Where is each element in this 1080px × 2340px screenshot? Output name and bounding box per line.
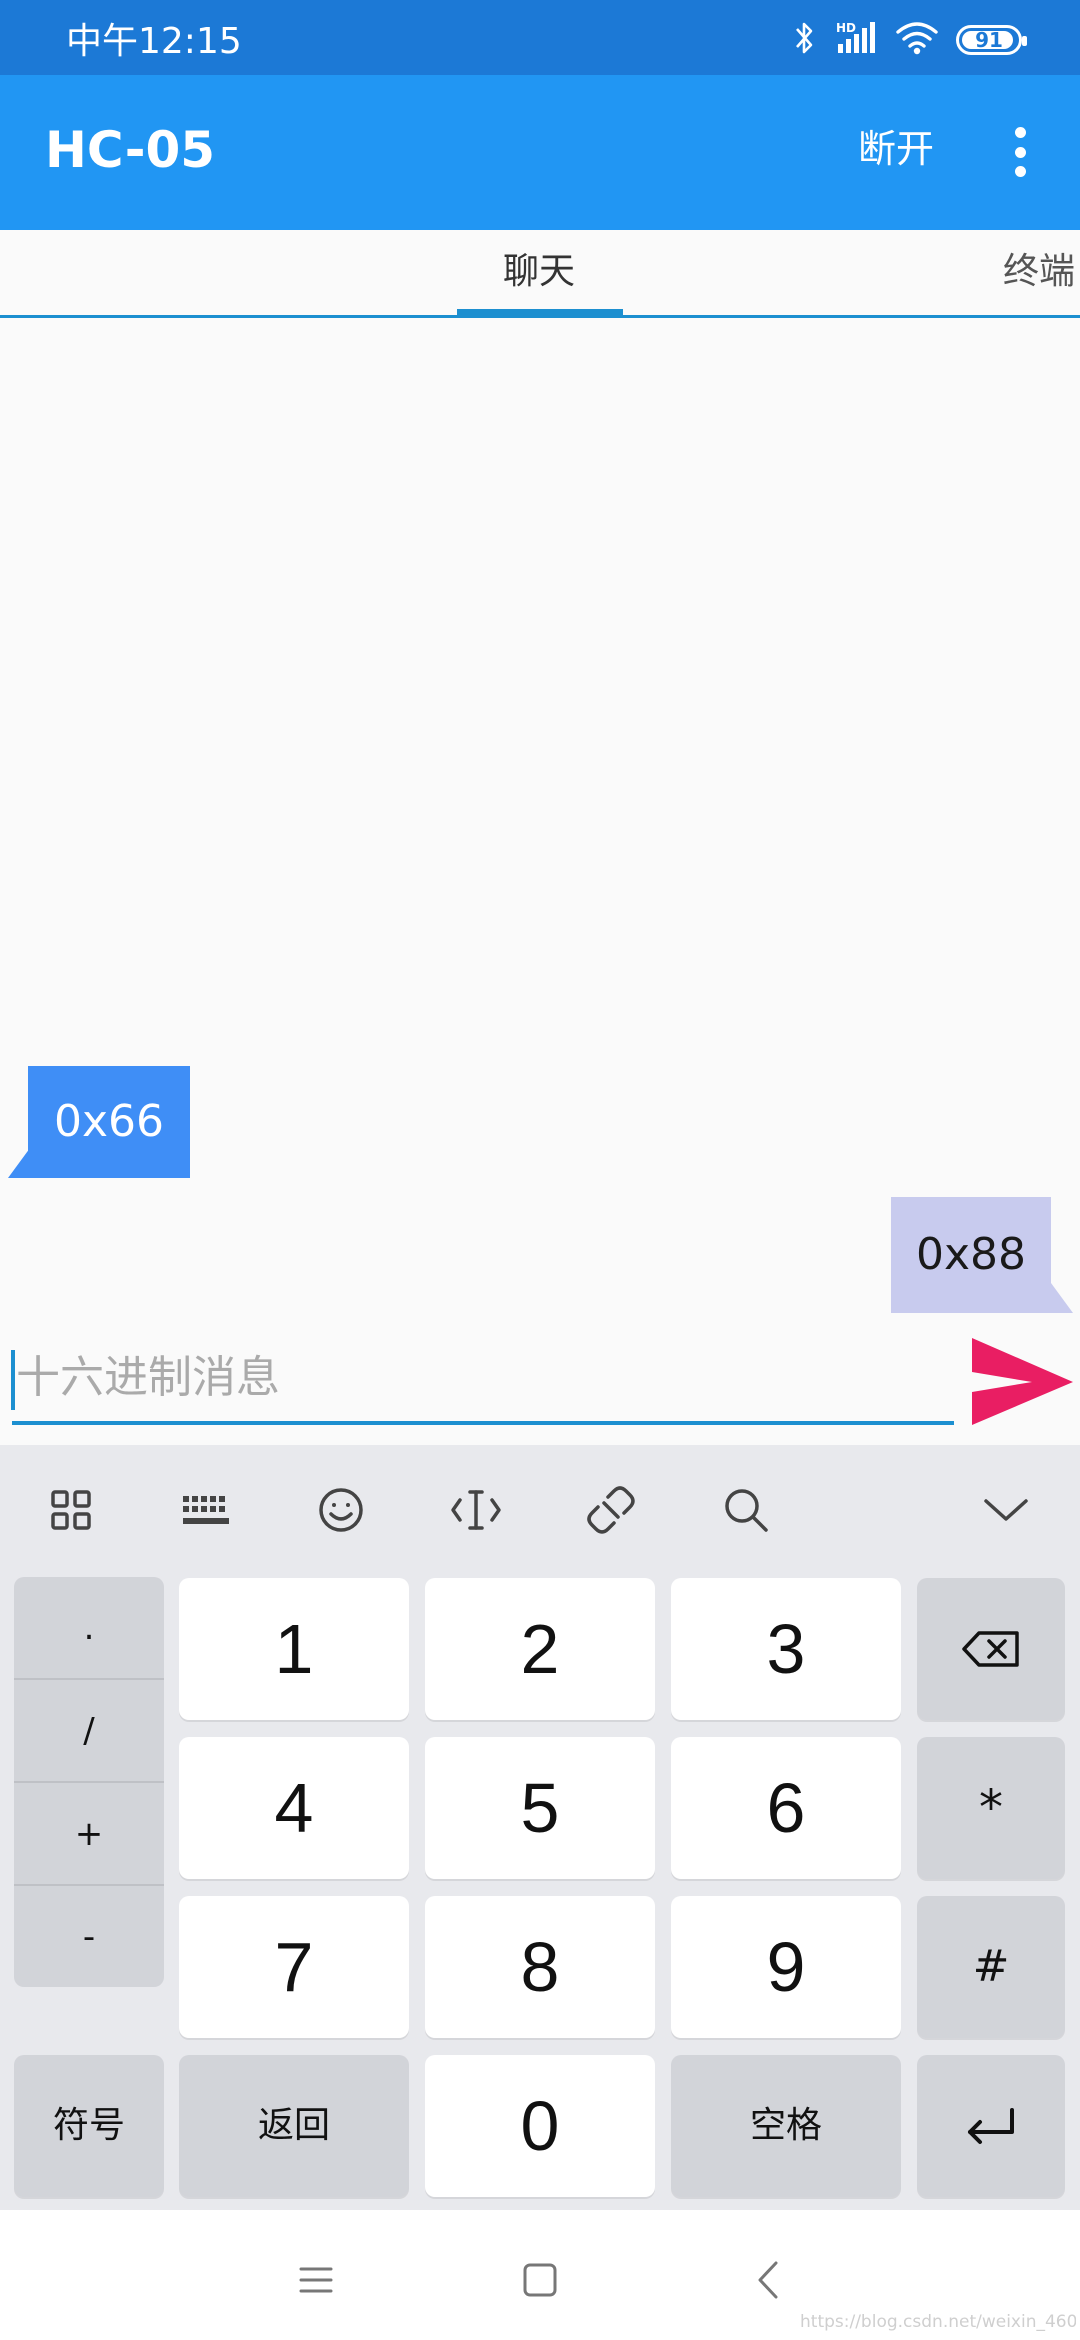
battery-icon: 91 xyxy=(956,25,1027,55)
tab-bar: 聊天 终端 xyxy=(0,230,1080,318)
hd-signal-icon: HD xyxy=(834,20,878,60)
enter-icon[interactable] xyxy=(917,2055,1065,2197)
numeric-keyboard: . / + - 1 2 3 4 5 6 7 8 9 0 * # 符号 返回 空格 xyxy=(0,1445,1080,2210)
tab-divider xyxy=(0,315,1080,318)
message-input-row xyxy=(0,1320,1080,1445)
incoming-message: 0x66 xyxy=(28,1066,190,1178)
status-bar: 中午12:15 HD 91 xyxy=(0,0,1080,75)
wifi-icon xyxy=(896,20,938,60)
key-0[interactable]: 0 xyxy=(425,2055,655,2197)
more-vert-icon[interactable] xyxy=(1000,127,1040,177)
incoming-message-tail xyxy=(8,1148,30,1178)
watermark: https://blog.csdn.net/weixin_46058270 xyxy=(800,2312,1076,2332)
key-3[interactable]: 3 xyxy=(671,1578,901,1720)
disconnect-button[interactable]: 断开 xyxy=(858,130,934,168)
key-6[interactable]: 6 xyxy=(671,1737,901,1879)
input-underline xyxy=(12,1421,954,1425)
key-period[interactable]: . xyxy=(14,1577,164,1680)
key-hash[interactable]: # xyxy=(917,1896,1065,2038)
bluetooth-icon xyxy=(794,20,816,60)
keyboard-icon[interactable] xyxy=(179,1483,233,1537)
key-5[interactable]: 5 xyxy=(425,1737,655,1879)
symbols-key[interactable]: 符号 xyxy=(14,2055,164,2197)
status-icons: HD 91 xyxy=(794,20,1027,60)
back-icon[interactable] xyxy=(738,2250,798,2310)
send-icon[interactable] xyxy=(970,1335,1075,1430)
keyboard-toolbar xyxy=(0,1445,1080,1575)
battery-level: 91 xyxy=(975,28,1003,52)
key-4[interactable]: 4 xyxy=(179,1737,409,1879)
app-bar: HC-05 断开 xyxy=(0,75,1080,230)
tab-terminal[interactable]: 终端 xyxy=(1003,254,1075,290)
svg-text:HD: HD xyxy=(836,21,856,35)
space-key[interactable]: 空格 xyxy=(671,2055,901,2197)
key-slash[interactable]: / xyxy=(14,1680,164,1783)
key-9[interactable]: 9 xyxy=(671,1896,901,2038)
key-8[interactable]: 8 xyxy=(425,1896,655,2038)
status-time: 中午12:15 xyxy=(66,21,242,62)
key-7[interactable]: 7 xyxy=(179,1896,409,2038)
symbol-column: . / + - xyxy=(14,1577,164,1987)
menu-icon[interactable] xyxy=(286,2250,346,2310)
key-star[interactable]: * xyxy=(917,1737,1065,1879)
incoming-message-text: 0x66 xyxy=(53,1096,165,1147)
app-title: HC-05 xyxy=(45,121,216,179)
key-1[interactable]: 1 xyxy=(179,1578,409,1720)
outgoing-message-text: 0x88 xyxy=(915,1229,1027,1280)
home-icon[interactable] xyxy=(510,2250,570,2310)
tab-chat[interactable]: 聊天 xyxy=(503,254,575,290)
link-icon[interactable] xyxy=(584,1483,638,1537)
search-icon[interactable] xyxy=(719,1483,773,1537)
navigation-bar: https://blog.csdn.net/weixin_46058270 xyxy=(0,2210,1080,2340)
emoji-icon[interactable] xyxy=(314,1483,368,1537)
text-caret xyxy=(11,1350,15,1410)
cursor-icon[interactable] xyxy=(449,1483,503,1537)
backspace-icon[interactable] xyxy=(917,1578,1065,1720)
outgoing-message-tail xyxy=(1051,1283,1073,1313)
back-key[interactable]: 返回 xyxy=(179,2055,409,2197)
hex-message-input[interactable] xyxy=(12,1347,952,1407)
key-2[interactable]: 2 xyxy=(425,1578,655,1720)
key-minus[interactable]: - xyxy=(14,1886,164,1987)
outgoing-message: 0x88 xyxy=(891,1197,1051,1313)
grid-icon[interactable] xyxy=(44,1483,98,1537)
collapse-icon[interactable] xyxy=(979,1483,1033,1537)
key-plus[interactable]: + xyxy=(14,1783,164,1886)
